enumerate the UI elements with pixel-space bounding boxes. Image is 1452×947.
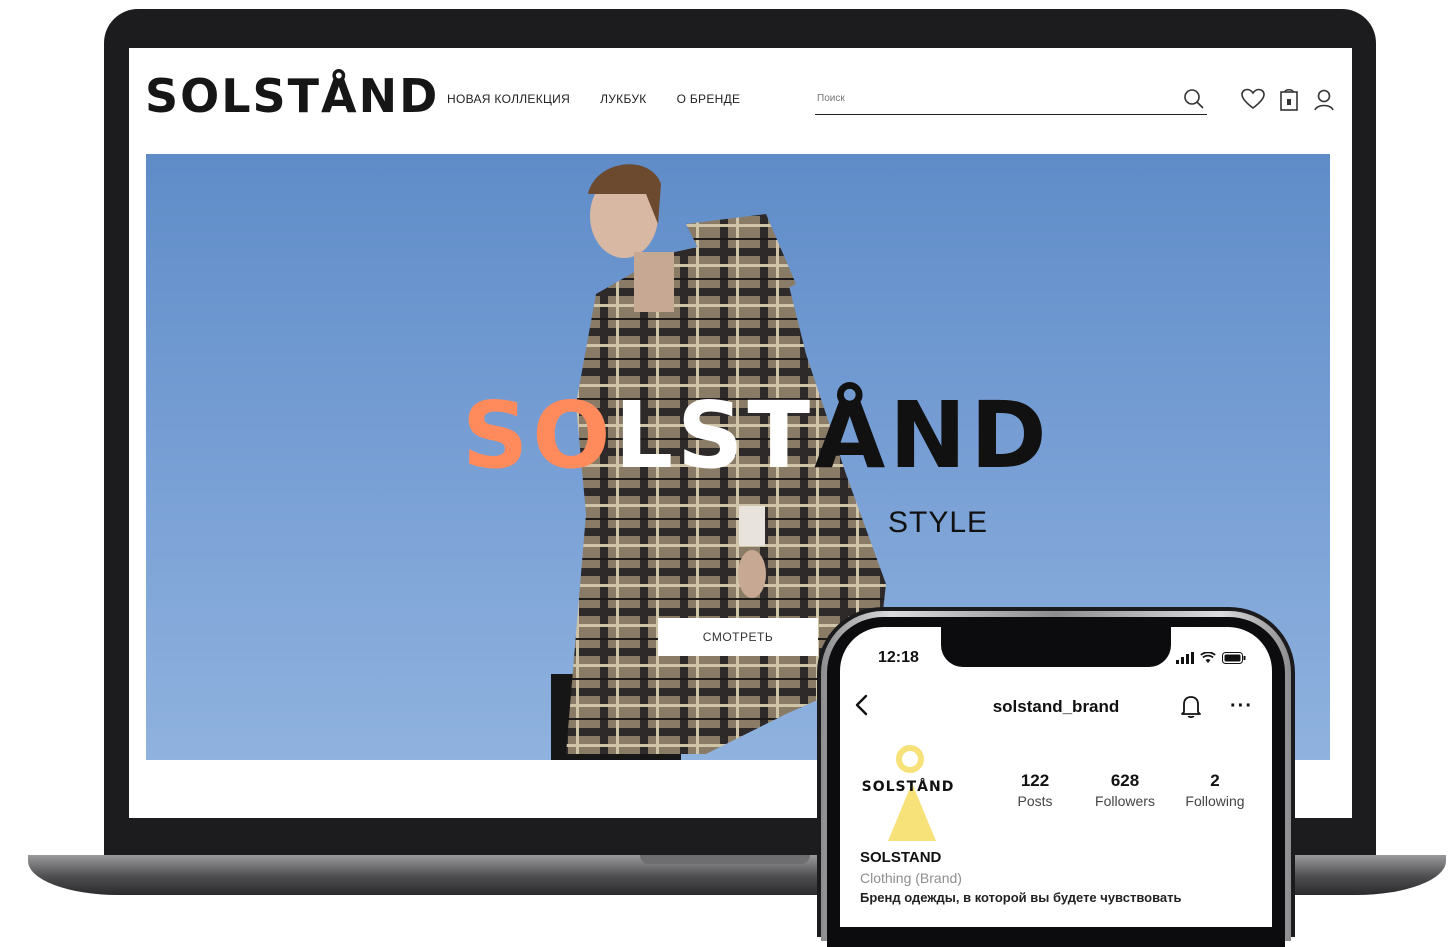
stat-following[interactable]: 2 Following bbox=[1170, 771, 1260, 809]
avatar[interactable]: SOLSTÅND bbox=[858, 745, 958, 841]
hero-logo-part3: ÅND bbox=[814, 382, 1051, 489]
bag-icon[interactable] bbox=[1279, 88, 1299, 117]
search-icon[interactable] bbox=[1183, 88, 1205, 115]
site-logo-text: SOLSTÅND bbox=[145, 69, 440, 123]
nav-lookbook[interactable]: ЛУКБУК bbox=[600, 92, 647, 106]
laptop-notch bbox=[640, 855, 810, 864]
more-options-icon[interactable]: ··· bbox=[1230, 695, 1253, 718]
main-nav: НОВАЯ КОЛЛЕКЦИЯ ЛУКБУК О БРЕНДЕ bbox=[447, 92, 740, 106]
stat-posts-label: Posts bbox=[1017, 793, 1053, 809]
user-icon[interactable] bbox=[1313, 88, 1335, 117]
bell-icon[interactable] bbox=[1178, 693, 1204, 724]
site-logo[interactable]: SOLSTÅND bbox=[145, 72, 439, 120]
hero-subtitle: STYLE bbox=[888, 506, 989, 539]
stat-posts[interactable]: 122 Posts bbox=[990, 771, 1080, 809]
stat-followers[interactable]: 628 Followers bbox=[1080, 771, 1170, 809]
instagram-profile-screen: 12:18 solstand_brand ··· SOLSTÅND 122 Po… bbox=[840, 627, 1272, 927]
stat-followers-label: Followers bbox=[1095, 793, 1155, 809]
bio-text: Бренд одежды, в которой вы будете чувств… bbox=[860, 890, 1182, 905]
status-time: 12:18 bbox=[878, 649, 919, 666]
hero-logo-part2: LST bbox=[614, 382, 815, 489]
hero-cta-button[interactable]: СМОТРЕТЬ bbox=[658, 618, 818, 656]
search-bar bbox=[815, 84, 1207, 115]
battery-icon bbox=[1222, 651, 1246, 669]
stat-following-value: 2 bbox=[1210, 771, 1220, 790]
hero-logo-part1: SO bbox=[462, 382, 615, 489]
phone-notch bbox=[941, 627, 1171, 667]
header-icons bbox=[1241, 88, 1335, 117]
profile-stats: 122 Posts 628 Followers 2 Following bbox=[990, 771, 1260, 809]
stat-following-label: Following bbox=[1185, 793, 1245, 809]
nav-new-collection[interactable]: НОВАЯ КОЛЛЕКЦИЯ bbox=[447, 92, 570, 106]
profile-username: solstand_brand bbox=[992, 697, 1120, 716]
stat-posts-value: 122 bbox=[1020, 771, 1050, 790]
bio-name: SOLSTAND bbox=[860, 849, 942, 866]
hero-logo: SOLSTÅND bbox=[462, 386, 1051, 486]
wifi-icon bbox=[1200, 651, 1216, 669]
search-input[interactable] bbox=[815, 92, 1159, 105]
signal-icon bbox=[1176, 651, 1194, 669]
nav-about-brand[interactable]: О БРЕНДЕ bbox=[677, 92, 741, 106]
heart-icon[interactable] bbox=[1241, 88, 1265, 117]
stat-followers-value: 628 bbox=[1110, 771, 1140, 790]
avatar-text: SOLSTÅND bbox=[861, 779, 955, 795]
status-icons bbox=[1176, 651, 1246, 669]
bio-category: Clothing (Brand) bbox=[860, 870, 962, 886]
